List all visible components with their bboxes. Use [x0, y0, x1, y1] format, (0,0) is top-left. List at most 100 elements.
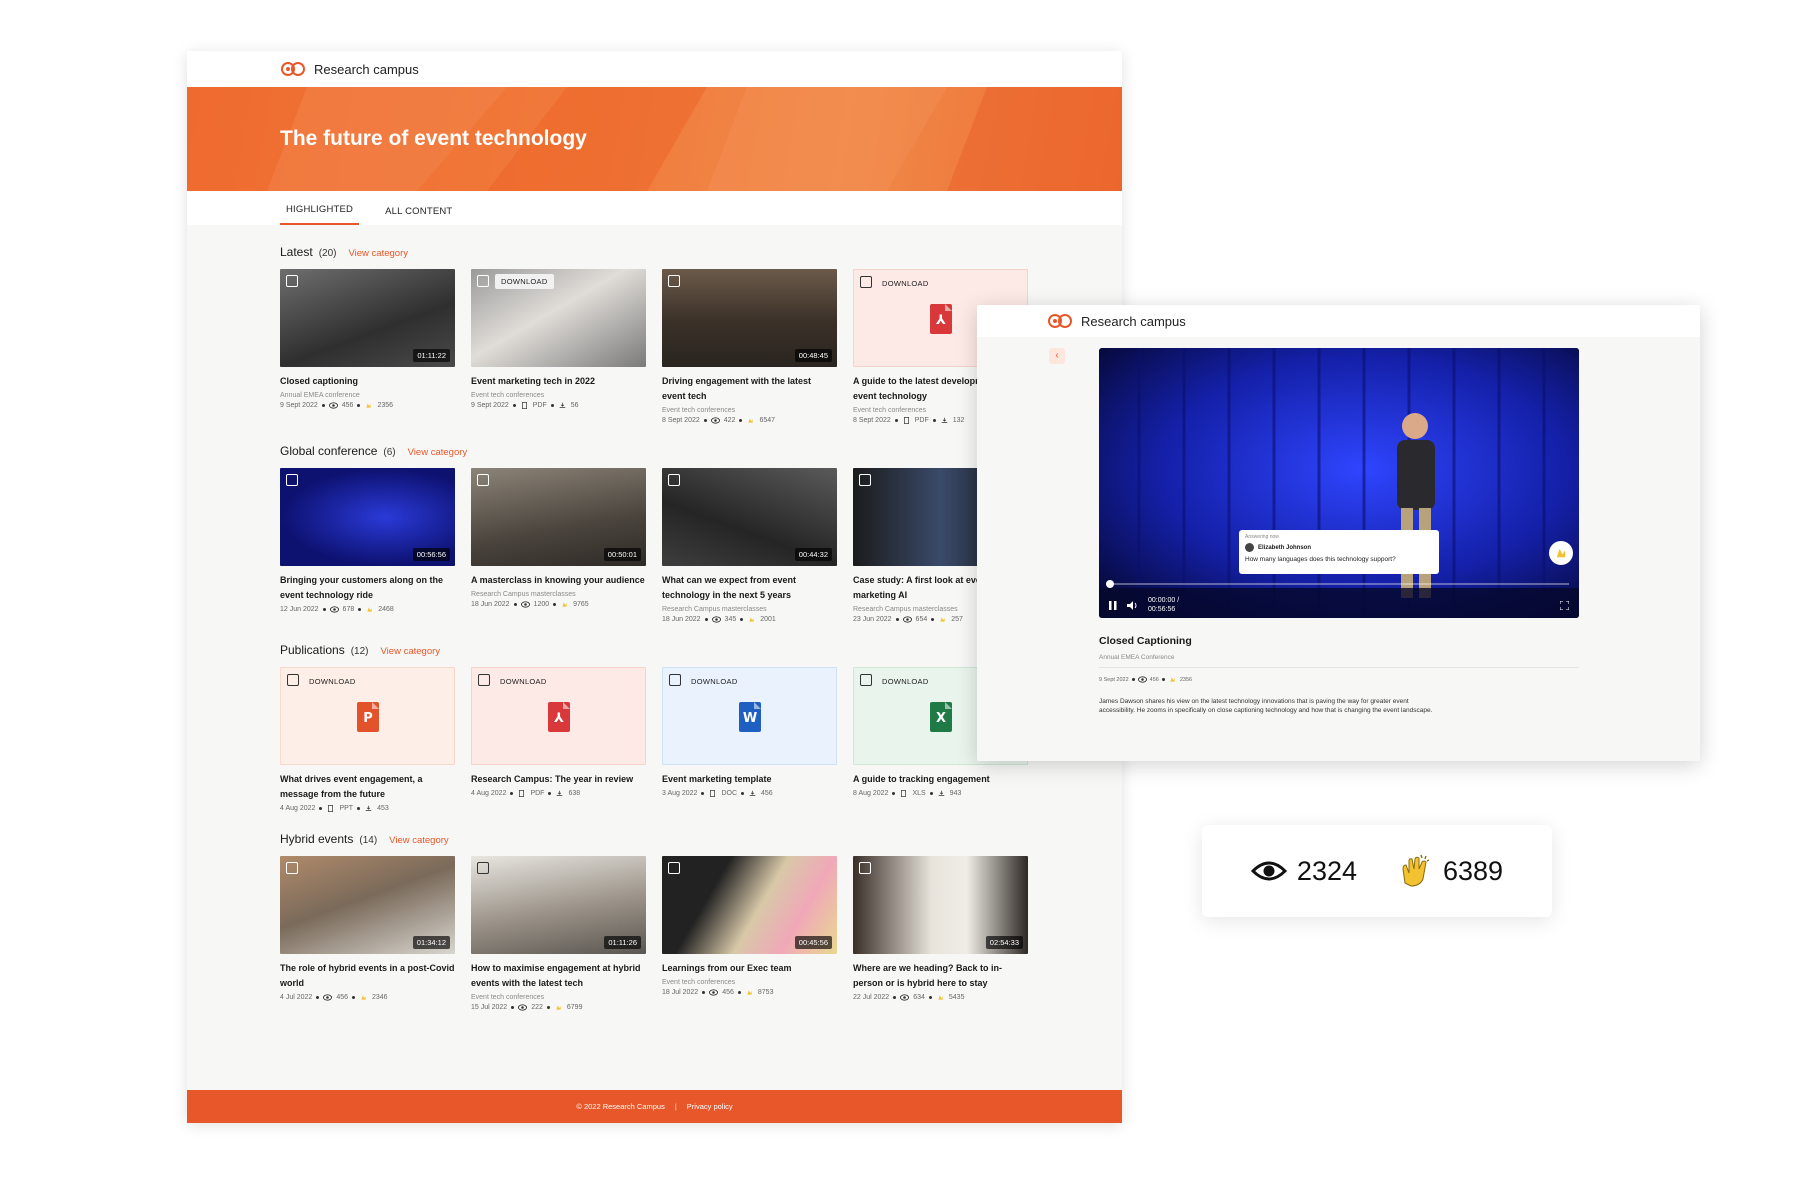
document-thumbnail[interactable]: DOWNLOAD	[471, 269, 646, 367]
download-badge[interactable]: DOWNLOAD	[495, 274, 554, 289]
download-badge[interactable]: DOWNLOAD	[494, 674, 553, 689]
qa-live-card[interactable]: Answering now Elizabeth Johnson How many…	[1239, 530, 1439, 574]
research-campus-logo-icon[interactable]	[1047, 311, 1073, 331]
card-date: 18 Jul 2022	[662, 989, 699, 996]
card-title[interactable]: What drives event engagement, a message …	[280, 772, 455, 802]
view-category-link[interactable]: View category	[381, 646, 441, 657]
card-title[interactable]: Research Campus: The year in review	[471, 772, 646, 787]
video-thumbnail[interactable]: 01:11:26	[471, 856, 646, 954]
view-category-link[interactable]: View category	[408, 447, 468, 458]
video-thumbnail[interactable]: 00:48:45	[662, 269, 837, 367]
card-title[interactable]: Event marketing tech in 2022	[471, 374, 646, 389]
eye-icon	[329, 606, 339, 613]
video-thumbnail[interactable]: 00:56:56	[280, 468, 455, 566]
file-icon	[328, 805, 334, 812]
download-badge[interactable]: DOWNLOAD	[876, 276, 935, 291]
card-meta: 4 Aug 2022 PDF 638	[471, 790, 646, 797]
eye-icon	[900, 994, 910, 1001]
card-title[interactable]: Bringing your customers along on the eve…	[280, 573, 455, 603]
clap-icon	[367, 607, 372, 612]
research-campus-logo-icon[interactable]	[280, 59, 306, 79]
fullscreen-icon[interactable]	[1560, 600, 1569, 610]
duration-badge: 00:56:56	[412, 548, 450, 561]
card-title[interactable]: Event marketing template	[662, 772, 837, 787]
clap-icon	[361, 995, 366, 1000]
privacy-policy-link[interactable]: Privacy policy	[687, 1102, 733, 1111]
content-card[interactable]: 00:48:45 Driving engagement with the lat…	[662, 269, 837, 424]
view-category-link[interactable]: View category	[349, 248, 409, 259]
video-icon	[668, 474, 680, 486]
content-card[interactable]: DOWNLOAD Event marketing tech in 2022 Ev…	[471, 269, 646, 424]
view-count: 1200	[533, 601, 550, 608]
card-title[interactable]: How to maximise engagement at hybrid eve…	[471, 961, 646, 991]
card-title[interactable]: Driving engagement with the latest event…	[662, 374, 837, 404]
video-thumbnail[interactable]: 00:45:56	[662, 856, 837, 954]
card-title[interactable]: Where are we heading? Back to in-person …	[853, 961, 1028, 991]
progress-handle[interactable]	[1106, 580, 1114, 588]
view-count: 456	[341, 402, 354, 409]
content-card[interactable]: 00:44:32 What can we expect from event t…	[662, 468, 837, 623]
view-count: 345	[724, 616, 737, 623]
powerpoint-file-icon: P	[357, 702, 379, 732]
document-thumbnail[interactable]: DOWNLOAD P	[280, 667, 455, 765]
card-title[interactable]: A masterclass in knowing your audience	[471, 573, 646, 588]
card-title[interactable]: Learnings from our Exec team	[662, 961, 837, 976]
video-thumbnail[interactable]: 01:34:12	[280, 856, 455, 954]
clap-button[interactable]	[1549, 541, 1573, 565]
content-card[interactable]: 01:34:12 The role of hybrid events in a …	[280, 856, 455, 1011]
card-title[interactable]: The role of hybrid events in a post-Covi…	[280, 961, 455, 991]
file-type: PDF	[532, 402, 547, 409]
video-player[interactable]: Answering now Elizabeth Johnson How many…	[1099, 348, 1579, 618]
clap-icon	[1402, 854, 1430, 887]
video-thumbnail[interactable]: 00:50:01	[471, 468, 646, 566]
document-icon	[860, 674, 872, 686]
card-subtitle: Event tech conferences	[662, 407, 736, 414]
content-card[interactable]: 00:50:01 A masterclass in knowing your a…	[471, 468, 646, 623]
progress-bar[interactable]	[1106, 580, 1569, 588]
card-title[interactable]: What can we expect from event technology…	[662, 573, 837, 603]
volume-icon[interactable]	[1127, 600, 1138, 610]
content-card[interactable]: 02:54:33 Where are we heading? Back to i…	[853, 856, 1028, 1011]
download-badge[interactable]: DOWNLOAD	[685, 674, 744, 689]
clap-count: 5435	[948, 994, 965, 1001]
brand-name[interactable]: Research campus	[314, 62, 419, 77]
eye-icon	[902, 616, 912, 623]
eye-icon	[711, 616, 721, 623]
video-thumbnail[interactable]: 00:44:32	[662, 468, 837, 566]
content-card[interactable]: 00:45:56 Learnings from our Exec team Ev…	[662, 856, 837, 1011]
content-card[interactable]: 01:11:26 How to maximise engagement at h…	[471, 856, 646, 1011]
content-card[interactable]: 01:11:22 Closed captioning Annual EMEA c…	[280, 269, 455, 424]
tab-all-content[interactable]: ALL CONTENT	[379, 206, 458, 225]
video-thumbnail[interactable]: 01:11:22	[280, 269, 455, 367]
view-category-link[interactable]: View category	[389, 835, 449, 846]
card-meta: 4 Jul 2022 456 2346	[280, 994, 455, 1001]
eye-icon	[518, 1004, 528, 1011]
clap-count: 2356	[377, 402, 394, 409]
back-chevron-icon[interactable]: ‹	[1049, 348, 1065, 364]
content-card[interactable]: DOWNLOAD P What drives event engagement,…	[280, 667, 455, 812]
file-icon	[903, 417, 909, 424]
download-badge[interactable]: DOWNLOAD	[303, 674, 362, 689]
content-card[interactable]: 00:56:56 Bringing your customers along o…	[280, 468, 455, 623]
card-title[interactable]: Closed captioning	[280, 374, 455, 389]
card-date: 9 Sept 2022	[471, 402, 509, 409]
brand-name[interactable]: Research campus	[1081, 314, 1186, 329]
video-icon	[286, 474, 298, 486]
tab-highlighted[interactable]: HIGHLIGHTED	[280, 204, 360, 225]
section-title: Publications	[280, 643, 345, 657]
content-card[interactable]: DOWNLOAD ⅄ Research Campus: The year in …	[471, 667, 646, 812]
document-thumbnail[interactable]: DOWNLOAD W	[662, 667, 837, 765]
card-title[interactable]: A guide to tracking engagement	[853, 772, 1028, 787]
download-badge[interactable]: DOWNLOAD	[876, 674, 935, 689]
card-meta: 4 Aug 2022 PPT 453	[280, 805, 455, 812]
document-thumbnail[interactable]: DOWNLOAD ⅄	[471, 667, 646, 765]
content-card[interactable]: DOWNLOAD W Event marketing template 3 Au…	[662, 667, 837, 812]
video-thumbnail[interactable]: 02:54:33	[853, 856, 1028, 954]
clap-count: 257	[951, 616, 963, 623]
divider	[1099, 667, 1579, 668]
pause-icon[interactable]	[1109, 600, 1117, 610]
card-meta: 18 Jul 2022 456 8753	[662, 989, 837, 996]
view-count: 222	[531, 1004, 543, 1011]
document-icon	[287, 674, 299, 686]
footer-separator: |	[674, 1102, 677, 1111]
